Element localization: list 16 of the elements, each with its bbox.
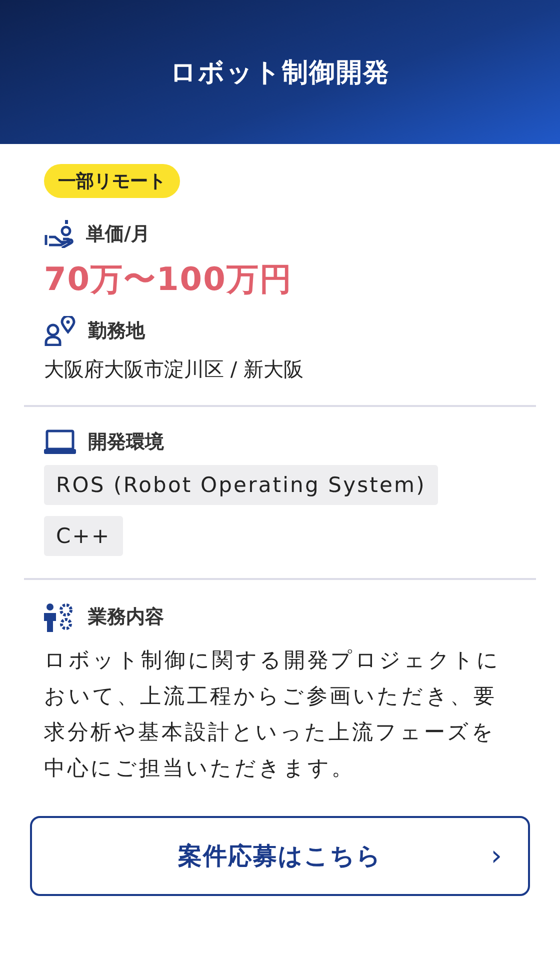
price-range: 70万〜100万円 (44, 259, 294, 300)
chevron-icon: › (490, 842, 502, 870)
section-label: 勤務地 (88, 319, 145, 344)
section-label: 単価/月 (86, 222, 150, 247)
location-text: 大阪府大阪市淀川区 / 新大阪 (44, 356, 304, 383)
laptop-icon (44, 429, 76, 455)
apply-button[interactable]: 案件応募はこちら › (30, 816, 530, 896)
person-pin-icon (44, 316, 76, 346)
coin-hand-icon (44, 220, 74, 248)
section-label: 開発環境 (88, 430, 164, 455)
skill-tag: ROS (Robot Operating System) (44, 465, 438, 505)
job-title: ロボット制御開発 (170, 56, 390, 90)
section-label: 業務内容 (88, 605, 164, 630)
remote-badge: 一部リモート (44, 164, 180, 198)
skill-tag: C++ (44, 516, 123, 556)
job-description: ロボット制御に関する開発プロジェクトにおいて、上流工程からご参画いただき、要求分析や基本設計といった上流フェーズを中心にご担当いただきます。 (44, 647, 502, 782)
